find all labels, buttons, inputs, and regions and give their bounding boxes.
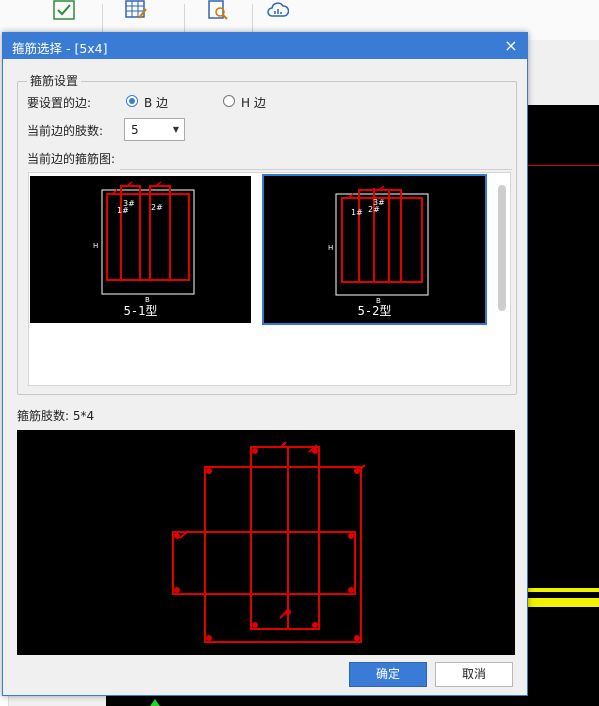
dialog-titlebar: 箍筋选择 - [5x4] × (3, 33, 527, 59)
stirrup-5-1-icon: 1# 2# 3# H B (93, 181, 195, 304)
dialog-title: 箍筋选择 - [5x4] (12, 41, 108, 56)
stirrup-select-dialog: 箍筋选择 - [5x4] × 箍筋设置 要设置的边: B 边 H 边 当前边的肢… (2, 32, 528, 696)
report-search-icon (208, 0, 228, 20)
group-title: 箍筋设置 (27, 72, 82, 89)
thumbnail-caption: 5-1型 (123, 304, 158, 318)
close-icon[interactable]: × (503, 36, 519, 55)
legs-count-label: 箍筋肢数: 5*4 (17, 409, 95, 423)
mark-3: 3# (123, 199, 135, 208)
highlight-band (526, 588, 599, 592)
ok-button[interactable]: 确定 (349, 662, 427, 687)
mark-3: 3# (373, 198, 385, 207)
check-icon (53, 0, 75, 20)
radio-h-side[interactable] (223, 95, 235, 107)
thumbnail-5-1[interactable]: 1# 2# 3# H B 5-1型 (30, 176, 251, 323)
divider (120, 169, 512, 170)
radio-b-side[interactable] (126, 95, 138, 107)
stirrup-5-2-icon: 1# 2# 3# H B (328, 185, 429, 305)
radio-h-label[interactable]: H 边 (241, 94, 266, 111)
side-label: 要设置的边: (27, 96, 92, 110)
dim-h: H (93, 242, 98, 250)
legs-value: 5 (131, 123, 139, 137)
mark-1: 1# (351, 208, 363, 217)
stirrup-preview (17, 430, 515, 655)
thumbnail-scrollbar[interactable] (498, 185, 506, 311)
dim-h: H (328, 244, 333, 252)
cancel-button[interactable]: 取消 (435, 662, 513, 687)
radio-b-label[interactable]: B 边 (144, 94, 168, 111)
thumbnail-5-2[interactable]: 1# 2# 3# H B 5-2型 (262, 174, 487, 325)
axis-line (526, 165, 599, 166)
legs-label: 当前边的肢数: (27, 124, 104, 138)
highlight-band (526, 598, 599, 607)
stirrup-thumbnail-list: 1# 2# 3# H B 5-1型 1# 2# 3# H B 5-2型 (28, 172, 511, 386)
drawing-canvas[interactable] (526, 105, 599, 706)
thumbnail-caption: 5-2型 (357, 304, 392, 318)
chevron-down-icon: ▼ (172, 125, 179, 134)
mark-2: 2# (151, 203, 163, 212)
axis-marker-icon (150, 699, 160, 706)
diagram-label: 当前边的箍筋图: (27, 152, 116, 166)
table-edit-icon (125, 0, 147, 19)
right-panel-header (526, 40, 599, 105)
stirrup-layout-icon (172, 441, 366, 643)
cloud-chart-icon (267, 2, 289, 17)
legs-select[interactable]: 5 ▼ (124, 118, 185, 141)
